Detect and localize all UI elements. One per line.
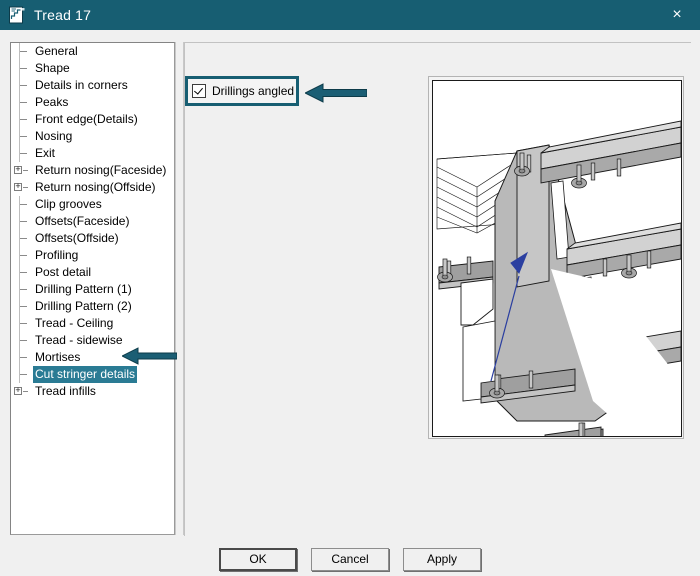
tree-item-label: Exit [35, 146, 56, 160]
tree-connector-icon [13, 298, 33, 315]
tree-item-label: Front edge(Details) [35, 112, 138, 126]
tree-item[interactable]: Front edge(Details) [11, 111, 174, 128]
tree-item-label: Peaks [35, 95, 69, 109]
tree-item-label: Return nosing(Offside) [35, 180, 156, 194]
tree-item[interactable]: + Return nosing(Faceside) [11, 162, 174, 179]
expand-icon[interactable]: + [13, 383, 33, 400]
tree-item[interactable]: Clip grooves [11, 196, 174, 213]
apply-button[interactable]: Apply [403, 547, 481, 571]
tree-item[interactable]: Cut stringer details [11, 366, 174, 383]
tree-connector-icon [13, 366, 33, 383]
tree-item[interactable]: + Return nosing(Offside) [11, 179, 174, 196]
tree-connector-icon [13, 315, 33, 332]
tree-item-label: Mortises [35, 350, 81, 364]
tree-item[interactable]: Peaks [11, 94, 174, 111]
tree-connector-icon [13, 43, 33, 60]
tree-item-label: Drilling Pattern (2) [35, 299, 132, 313]
tree-connector-icon [13, 60, 33, 77]
tree-item-label: Offsets(Offside) [35, 231, 119, 245]
drillings-angled-group: Drillings angled [185, 76, 299, 106]
tree-connector-icon [13, 128, 33, 145]
tree-item-label: Nosing [35, 129, 73, 143]
dialog-button-bar: OK Cancel Apply [0, 542, 700, 576]
plus-glyph: + [15, 385, 21, 395]
tree-item-label: Tread infills [35, 384, 96, 398]
tree-item[interactable]: + Tread infills [11, 383, 174, 400]
tree-item-label: Shape [35, 61, 70, 75]
tree-connector-icon [13, 213, 33, 230]
tree-connector-icon [13, 349, 33, 366]
tree-connector-icon [13, 332, 33, 349]
tree-connector-icon [13, 247, 33, 264]
tree-item[interactable]: Post detail [11, 264, 174, 281]
tree-item[interactable]: Drilling Pattern (2) [11, 298, 174, 315]
expand-icon[interactable]: + [13, 162, 33, 179]
ok-button[interactable]: OK [219, 547, 297, 571]
preview-canvas [432, 80, 682, 437]
tree-item[interactable]: Exit [11, 145, 174, 162]
cut-stringer-drawing [433, 81, 681, 436]
tree-connector-icon [13, 145, 33, 162]
tree-item[interactable]: General [11, 43, 174, 60]
drillings-angled-label: Drillings angled [212, 84, 295, 98]
tree-item[interactable]: Shape [11, 60, 174, 77]
window-title: Tread 17 [34, 7, 92, 23]
tree-connector-icon [13, 230, 33, 247]
tree-item-label: Details in corners [35, 78, 128, 92]
tree-item-label: Cut stringer details [33, 366, 138, 383]
tree-item[interactable]: Offsets(Offside) [11, 230, 174, 247]
settings-tree[interactable]: General Shape Details in corners Peaks Front… [10, 42, 175, 535]
window-titlebar: Tread 17 × [0, 0, 700, 30]
tree-item-label: Profiling [35, 248, 79, 262]
tree-item[interactable]: Details in corners [11, 77, 174, 94]
tree-item-label: General [35, 44, 78, 58]
tree-scrollbar[interactable] [175, 42, 184, 535]
tree-item-label: Tread - Ceiling [35, 316, 114, 330]
tree-connector-icon [13, 196, 33, 213]
tree-connector-icon [13, 111, 33, 128]
stair-tread-icon [8, 6, 26, 24]
tree-connector-icon [13, 264, 33, 281]
plus-glyph: + [15, 164, 21, 174]
tree-item-label: Offsets(Faceside) [35, 214, 130, 228]
tree-item-label: Drilling Pattern (1) [35, 282, 132, 296]
tree-item[interactable]: Mortises [11, 349, 174, 366]
tree-item[interactable]: Profiling [11, 247, 174, 264]
dialog-body: General Shape Details in corners Peaks Front… [0, 30, 700, 576]
tree-connector-icon [13, 77, 33, 94]
tree-item[interactable]: Nosing [11, 128, 174, 145]
drillings-angled-row[interactable]: Drillings angled [188, 84, 294, 98]
close-icon[interactable]: × [654, 0, 700, 30]
drillings-angled-checkbox[interactable] [192, 84, 206, 98]
tree-item[interactable]: Tread - Ceiling [11, 315, 174, 332]
tree-item-label: Post detail [35, 265, 92, 279]
tree-item[interactable]: Offsets(Faceside) [11, 213, 174, 230]
cancel-button[interactable]: Cancel [311, 547, 389, 571]
preview-frame [428, 76, 684, 439]
plus-glyph: + [15, 181, 21, 191]
tree-item-label: Tread - sidewise [35, 333, 123, 347]
tree-item[interactable]: Tread - sidewise [11, 332, 174, 349]
tree-item-label: Clip grooves [35, 197, 102, 211]
tree-connector-icon [13, 94, 33, 111]
tree-item-label: Return nosing(Faceside) [35, 163, 167, 177]
tree-item[interactable]: Drilling Pattern (1) [11, 281, 174, 298]
expand-icon[interactable]: + [13, 179, 33, 196]
tree-connector-icon [13, 281, 33, 298]
